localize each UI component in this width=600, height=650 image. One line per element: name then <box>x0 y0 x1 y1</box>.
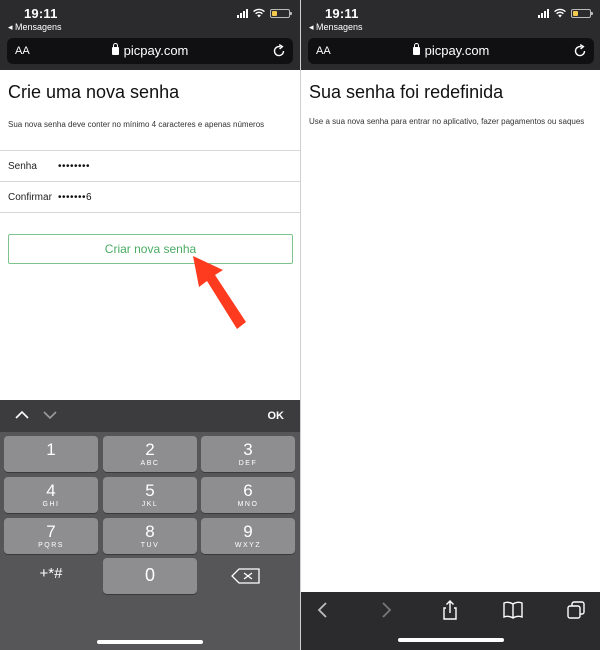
key-letters: MNO <box>237 501 259 508</box>
phone-screen-password-reset: 19:11 ◂ Mensagens AA picpay.com Sua senh… <box>300 0 600 650</box>
key-8[interactable]: 8 TUV <box>103 518 197 554</box>
key-digit: 1 <box>46 440 56 459</box>
key-3[interactable]: 3 DEF <box>201 436 295 472</box>
backspace-icon[interactable] <box>201 560 295 596</box>
status-time: 19:11 <box>24 6 58 21</box>
url-display[interactable]: picpay.com <box>7 43 293 58</box>
forward-chevron-icon[interactable] <box>376 600 396 620</box>
back-to-messages-link[interactable]: ◂ Mensagens <box>309 22 363 33</box>
home-indicator <box>97 640 203 644</box>
key-letters: PQRS <box>38 542 64 549</box>
key-2[interactable]: 2 ABC <box>103 436 197 472</box>
phone-screen-create-password: 19:11 ◂ Mensagens AA picpay.com Crie uma… <box>0 0 300 650</box>
signal-icon <box>237 8 248 18</box>
wifi-icon <box>253 8 265 18</box>
key-4[interactable]: 4 GHI <box>4 477 98 513</box>
key-5[interactable]: 5 JKL <box>103 477 197 513</box>
key-digit: 6 <box>243 481 253 500</box>
key-letters: TUV <box>140 542 160 549</box>
password-label: Senha <box>8 161 37 172</box>
key-letters: DEF <box>238 460 258 467</box>
key-digit: 0 <box>144 565 155 585</box>
address-bar[interactable]: AA picpay.com <box>7 38 293 64</box>
keyboard-ok-button[interactable]: OK <box>268 410 285 422</box>
key-digit: 7 <box>46 522 56 541</box>
url-text: picpay.com <box>424 43 490 58</box>
divider <box>0 181 300 182</box>
red-pointer-arrow-icon <box>193 256 246 329</box>
key-letters: ABC <box>140 460 160 467</box>
reload-icon[interactable] <box>572 43 588 59</box>
key-digit: 8 <box>145 522 155 541</box>
back-chevron-icon[interactable] <box>313 600 333 620</box>
confirm-password-field[interactable]: •••••••6 <box>58 192 92 203</box>
previous-field-chevron-up-icon[interactable] <box>14 408 30 422</box>
divider <box>0 212 300 213</box>
confirm-label: Confirmar <box>8 192 52 203</box>
address-bar[interactable]: AA picpay.com <box>308 38 594 64</box>
page-subtitle: Sua nova senha deve conter no mínimo 4 c… <box>8 120 265 129</box>
status-time: 19:11 <box>325 6 359 21</box>
key-digit: 5 <box>145 481 155 500</box>
safari-bottom-toolbar <box>301 592 600 650</box>
battery-icon <box>270 8 292 18</box>
back-to-messages-link[interactable]: ◂ Mensagens <box>8 22 62 33</box>
bookmarks-icon[interactable] <box>503 600 523 620</box>
share-icon[interactable] <box>440 600 460 620</box>
battery-icon <box>571 8 593 18</box>
password-field[interactable]: •••••••• <box>58 161 90 172</box>
key-digit: 9 <box>243 522 253 541</box>
key-letters: GHI <box>42 501 60 508</box>
key-0[interactable]: 0 <box>103 558 197 594</box>
wifi-icon <box>554 8 566 18</box>
home-indicator <box>398 638 504 642</box>
page-title: Sua senha foi redefinida <box>309 82 504 102</box>
key-digit: 2 <box>145 440 155 459</box>
key-1[interactable]: 1 <box>4 436 98 472</box>
status-icons <box>538 8 593 18</box>
lock-icon <box>111 43 119 55</box>
key-digit: 4 <box>46 481 56 500</box>
create-new-password-button[interactable]: Criar nova senha <box>8 234 293 264</box>
url-text: picpay.com <box>123 43 189 58</box>
key-letters: JKL <box>141 501 159 508</box>
browser-top-chrome: 19:11 ◂ Mensagens AA picpay.com <box>301 0 600 70</box>
next-field-chevron-down-icon[interactable] <box>42 408 58 422</box>
url-display[interactable]: picpay.com <box>308 43 594 58</box>
divider <box>0 150 300 151</box>
key-digit: 3 <box>243 440 253 459</box>
key-letters: WXYZ <box>234 542 262 549</box>
browser-top-chrome: 19:11 ◂ Mensagens AA picpay.com <box>0 0 300 70</box>
page-title: Crie uma nova senha <box>8 82 180 102</box>
key-9[interactable]: 9 WXYZ <box>201 518 295 554</box>
signal-icon <box>538 8 549 18</box>
keyboard-toolbar: OK <box>0 400 300 432</box>
status-icons <box>237 8 292 18</box>
reload-icon[interactable] <box>271 43 287 59</box>
key-6[interactable]: 6 MNO <box>201 477 295 513</box>
key-7[interactable]: 7 PQRS <box>4 518 98 554</box>
tabs-icon[interactable] <box>566 600 586 620</box>
symbols-key[interactable]: +*# <box>4 560 98 596</box>
lock-icon <box>412 43 420 55</box>
page-subtitle: Use a sua nova senha para entrar no apli… <box>309 117 585 126</box>
